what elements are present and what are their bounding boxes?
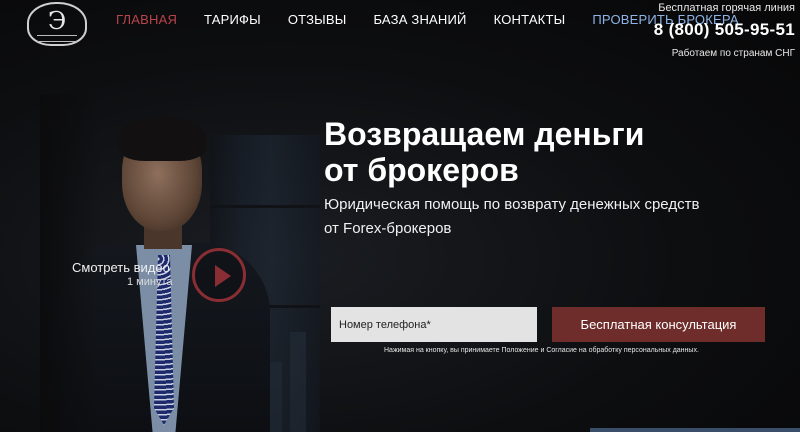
play-video-button[interactable] — [192, 248, 246, 302]
nav-knowledge-base[interactable]: БАЗА ЗНАНИЙ — [373, 12, 466, 27]
watch-video-label[interactable]: Смотреть видео — [72, 260, 170, 275]
headline-line-1: Возвращаем деньги — [324, 116, 645, 152]
subtitle-line-2: от Forex-брокеров — [324, 220, 452, 237]
hotline-label: Бесплатная горячая линия — [658, 2, 795, 14]
crest-logo-icon[interactable]: Э — [27, 2, 87, 46]
nav-tariffs[interactable]: ТАРИФЫ — [204, 12, 261, 27]
region-note: Работаем по странам СНГ — [671, 48, 795, 59]
nav-reviews[interactable]: ОТЗЫВЫ — [288, 12, 347, 27]
landing-page: Э ГЛАВНАЯ ТАРИФЫ ОТЗЫВЫ БАЗА ЗНАНИЙ КОНТ… — [0, 0, 800, 432]
hero-headline: Возвращаем деньги от брокеров — [324, 116, 744, 188]
site-header: Э ГЛАВНАЯ ТАРИФЫ ОТЗЫВЫ БАЗА ЗНАНИЙ КОНТ… — [0, 0, 800, 70]
headline-line-2: от брокеров — [324, 152, 519, 188]
free-consultation-button[interactable]: Бесплатная консультация — [552, 307, 765, 342]
logo-letter: Э — [47, 7, 67, 35]
nav-home[interactable]: ГЛАВНАЯ — [116, 12, 177, 27]
nav-contacts[interactable]: КОНТАКТЫ — [494, 12, 566, 27]
play-icon — [215, 265, 231, 287]
consent-disclaimer: Нажимая на кнопку, вы принимаете Положен… — [384, 347, 699, 354]
bottom-accent-bar — [590, 428, 800, 432]
subtitle-line-1: Юридическая помощь по возврату денежных … — [324, 196, 700, 213]
phone-number-input[interactable] — [331, 307, 537, 342]
hotline-phone[interactable]: 8 (800) 505-95-51 — [654, 20, 795, 40]
contact-block: Бесплатная горячая линия 8 (800) 505-95-… — [654, 2, 795, 59]
video-duration: 1 минута — [127, 276, 173, 288]
hero-subtitle: Юридическая помощь по возврату денежных … — [324, 193, 744, 241]
